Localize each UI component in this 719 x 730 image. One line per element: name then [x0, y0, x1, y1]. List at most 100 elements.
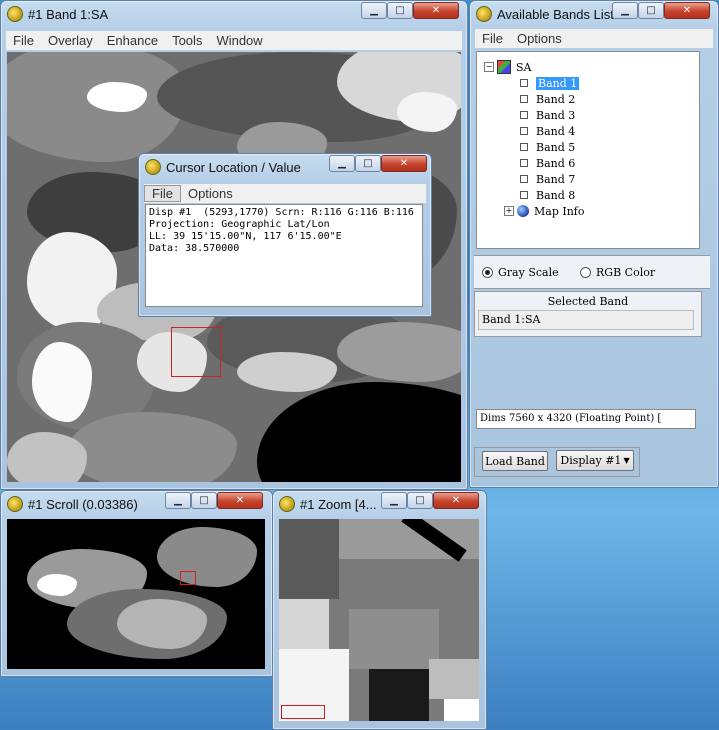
selected-band-value: Band 1:SA: [478, 310, 694, 330]
expand-icon[interactable]: +: [504, 206, 514, 216]
minimize-button[interactable]: ▁: [329, 155, 355, 172]
band-list-item[interactable]: Band 3: [484, 107, 584, 123]
close-icon: ✕: [451, 495, 461, 506]
menu-overlay[interactable]: Overlay: [41, 33, 100, 48]
scroll-window-title: #1 Scroll (0.03386): [28, 496, 138, 512]
band-tree: − SA Band 1 Band 2 Band 3 Band 4 Band 5 Band …: [476, 51, 700, 249]
close-icon: ✕: [235, 495, 245, 506]
menu-file[interactable]: File: [144, 185, 181, 202]
radio-gray-indicator[interactable]: [482, 267, 493, 278]
envi-app-icon: [7, 496, 23, 512]
dims-field: Dims 7560 x 4320 (Floating Point) [: [476, 409, 696, 429]
maximize-button[interactable]: □: [638, 2, 664, 19]
band-list-item[interactable]: Band 6: [484, 155, 584, 171]
tree-root-sa[interactable]: − SA: [484, 59, 584, 75]
zoom-control-boxes[interactable]: [281, 705, 325, 719]
envi-app-icon: [7, 6, 23, 22]
zoom-window: #1 Zoom [4... ▁ □ ✕: [272, 490, 487, 730]
menu-window[interactable]: Window: [209, 33, 269, 48]
cursor-window-menubar: File Options: [144, 184, 426, 203]
band-list-item[interactable]: Band 1: [484, 75, 584, 91]
menu-tools[interactable]: Tools: [165, 33, 209, 48]
zoom-canvas[interactable]: [279, 519, 479, 721]
maximize-button[interactable]: □: [355, 155, 381, 172]
band-list-item[interactable]: Band 5: [484, 139, 584, 155]
maximize-button[interactable]: □: [387, 2, 413, 19]
minimize-icon: ▁: [621, 5, 629, 16]
collapse-icon[interactable]: −: [484, 62, 494, 72]
menu-file[interactable]: File: [475, 31, 510, 46]
band-label: Band 3: [536, 108, 576, 122]
maximize-icon: □: [199, 495, 209, 506]
map-info-label: Map Info: [534, 204, 585, 218]
band-node-icon: [520, 127, 528, 135]
scroll-window: #1 Scroll (0.03386) ▁ □ ✕: [0, 490, 273, 677]
maximize-icon: □: [646, 5, 656, 16]
band-node-icon: [520, 175, 528, 183]
band-node-icon: [520, 159, 528, 167]
menu-options[interactable]: Options: [510, 31, 569, 46]
band-label: Band 1: [536, 76, 580, 90]
close-button[interactable]: ✕: [664, 2, 710, 19]
envi-app-icon: [279, 496, 295, 512]
minimize-button[interactable]: ▁: [361, 2, 387, 19]
menu-options[interactable]: Options: [181, 186, 240, 201]
menu-file[interactable]: File: [6, 33, 41, 48]
band-list-item[interactable]: Band 8: [484, 187, 584, 203]
cursor-location-window: Cursor Location / Value ▁ □ ✕ File Optio…: [138, 153, 432, 317]
display-dropdown[interactable]: Display #1 ▼: [556, 450, 634, 471]
bands-window-menubar: File Options: [475, 29, 713, 48]
menu-enhance[interactable]: Enhance: [100, 33, 165, 48]
bands-window-title: Available Bands List: [497, 6, 614, 22]
close-icon: ✕: [431, 5, 441, 16]
band-node-icon: [520, 95, 528, 103]
cursor-window-title: Cursor Location / Value: [166, 159, 301, 175]
cursor-line-projection: Projection: Geographic Lat/Lon: [149, 219, 330, 230]
maximize-button[interactable]: □: [407, 492, 433, 509]
cursor-info-text: Disp #1 (5293,1770) Scrn: R:116 G:116 B:…: [145, 204, 423, 307]
band-list-item[interactable]: Band 4: [484, 123, 584, 139]
close-button[interactable]: ✕: [433, 492, 479, 509]
maximize-icon: □: [363, 158, 373, 169]
radio-gray-scale[interactable]: Gray Scale: [482, 266, 559, 279]
band-label: Band 6: [536, 156, 576, 170]
available-bands-window: Available Bands List ▁ □ ✕ File Options …: [469, 0, 719, 488]
close-button[interactable]: ✕: [413, 2, 459, 19]
band-list-item[interactable]: Band 7: [484, 171, 584, 187]
maximize-icon: □: [415, 495, 425, 506]
tree-map-info[interactable]: + Map Info: [484, 203, 584, 219]
cursor-line-data: Data: 38.570000: [149, 243, 240, 254]
minimize-icon: ▁: [370, 5, 378, 16]
file-stack-icon: [497, 60, 511, 74]
radio-rgb-color[interactable]: RGB Color: [580, 266, 655, 279]
envi-app-icon: [145, 159, 161, 175]
close-button[interactable]: ✕: [381, 155, 427, 172]
load-band-button[interactable]: Load Band: [482, 451, 548, 471]
minimize-icon: ▁: [338, 158, 346, 169]
scroll-roi-box[interactable]: [180, 571, 196, 585]
color-mode-group: Gray Scale RGB Color: [474, 255, 710, 289]
band-node-icon: [520, 111, 528, 119]
band-label: Band 7: [536, 172, 576, 186]
selected-band-group: Selected Band Band 1:SA: [474, 291, 702, 337]
maximize-icon: □: [395, 5, 405, 16]
minimize-button[interactable]: ▁: [165, 492, 191, 509]
band-label: Band 2: [536, 92, 576, 106]
radio-rgb-label: RGB Color: [596, 266, 656, 279]
band-list-item[interactable]: Band 2: [484, 91, 584, 107]
close-button[interactable]: ✕: [217, 492, 263, 509]
band-node-icon: [520, 191, 528, 199]
minimize-button[interactable]: ▁: [381, 492, 407, 509]
display-label: Display #1: [560, 454, 622, 467]
cursor-line-display: Disp #1 (5293,1770) Scrn: R:116 G:116 B:…: [149, 207, 414, 218]
globe-icon: [517, 205, 529, 217]
close-icon: ✕: [682, 5, 692, 16]
radio-rgb-indicator[interactable]: [580, 267, 591, 278]
minimize-button[interactable]: ▁: [612, 2, 638, 19]
scroll-canvas[interactable]: [7, 519, 265, 669]
band-label: Band 4: [536, 124, 576, 138]
maximize-button[interactable]: □: [191, 492, 217, 509]
band-node-icon: [520, 79, 528, 87]
band-label: Band 8: [536, 188, 576, 202]
roi-box[interactable]: [171, 327, 221, 377]
